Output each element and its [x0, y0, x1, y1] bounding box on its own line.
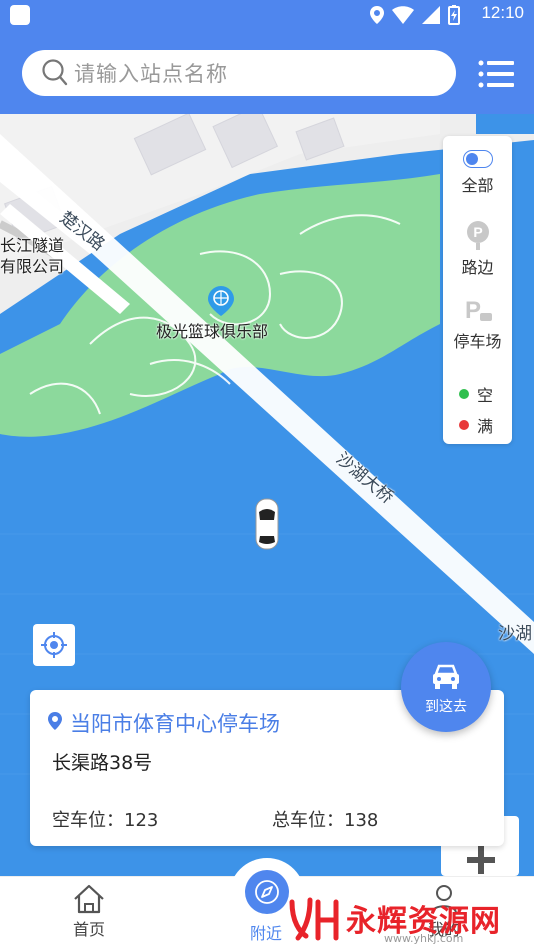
toggle-icon	[462, 150, 493, 168]
app-icon	[10, 5, 30, 25]
legend-empty: 空	[459, 382, 493, 406]
station-name: 当阳市体育中心停车场	[70, 712, 280, 736]
basketball-poi-icon	[208, 286, 234, 316]
filter-all-label: 全部	[461, 176, 494, 195]
menu-button[interactable]	[478, 60, 514, 88]
status-bar: 12:10	[0, 0, 534, 30]
locate-button[interactable]	[33, 624, 75, 666]
svg-text:P: P	[473, 224, 482, 240]
navigate-here-button[interactable]: 到这去	[401, 642, 491, 732]
location-pin-icon	[48, 712, 62, 730]
car-marker-icon	[255, 498, 279, 550]
filter-parking-label: 停车场	[453, 332, 502, 351]
filter-panel: 全部 P 路边 P 停车场 空 满	[443, 136, 512, 444]
red-dot-icon	[459, 420, 469, 430]
road-label-shahu: 沙湖	[498, 624, 532, 644]
legend-empty-label: 空	[477, 386, 494, 405]
station-address: 长渠路38号	[52, 752, 153, 774]
wifi-icon	[392, 6, 414, 24]
filter-all[interactable]: 全部	[443, 150, 512, 196]
nav-home-label: 首页	[72, 920, 105, 939]
filter-roadside[interactable]: P 路边	[443, 220, 512, 278]
filter-parking[interactable]: P 停车场	[443, 296, 512, 352]
location-icon	[370, 6, 384, 24]
nav-nearby-label[interactable]: 附近	[250, 920, 282, 944]
signal-icon	[422, 6, 440, 24]
search-placeholder: 请输入站点名称	[74, 62, 228, 86]
filter-roadside-label: 路边	[461, 258, 494, 277]
locate-icon	[41, 632, 67, 658]
svg-text:P: P	[465, 297, 481, 324]
map-label-poi[interactable]: 极光篮球俱乐部	[156, 318, 268, 342]
watermark-url: www.yhkj.com	[384, 932, 464, 945]
parking-lot-icon: P	[465, 297, 492, 324]
menu-icon	[478, 60, 514, 88]
home-icon	[74, 884, 104, 914]
plus-icon	[467, 846, 495, 874]
nav-home[interactable]: 首页	[66, 884, 112, 940]
battery-icon	[448, 5, 460, 25]
roadside-parking-icon: P	[466, 221, 489, 250]
search-icon	[42, 59, 68, 86]
compass-icon	[255, 880, 279, 904]
empty-spaces: 空车位：123	[52, 810, 159, 831]
navigate-here-label: 到这去	[425, 699, 467, 715]
car-icon	[433, 664, 459, 689]
status-icons	[370, 5, 460, 25]
watermark: 永辉资源网 www.yhkj.com	[286, 890, 534, 950]
status-time: 12:10	[481, 3, 524, 22]
nav-nearby-button[interactable]	[245, 870, 289, 914]
map-label-company: 有限公司	[0, 257, 65, 276]
green-dot-icon	[459, 389, 469, 399]
header: 请输入站点名称	[0, 30, 534, 114]
search-input[interactable]: 请输入站点名称	[22, 50, 456, 96]
total-spaces: 总车位：138	[272, 810, 379, 831]
legend-full-label: 满	[477, 417, 494, 436]
watermark-logo	[289, 897, 339, 941]
legend-full: 满	[459, 413, 493, 437]
